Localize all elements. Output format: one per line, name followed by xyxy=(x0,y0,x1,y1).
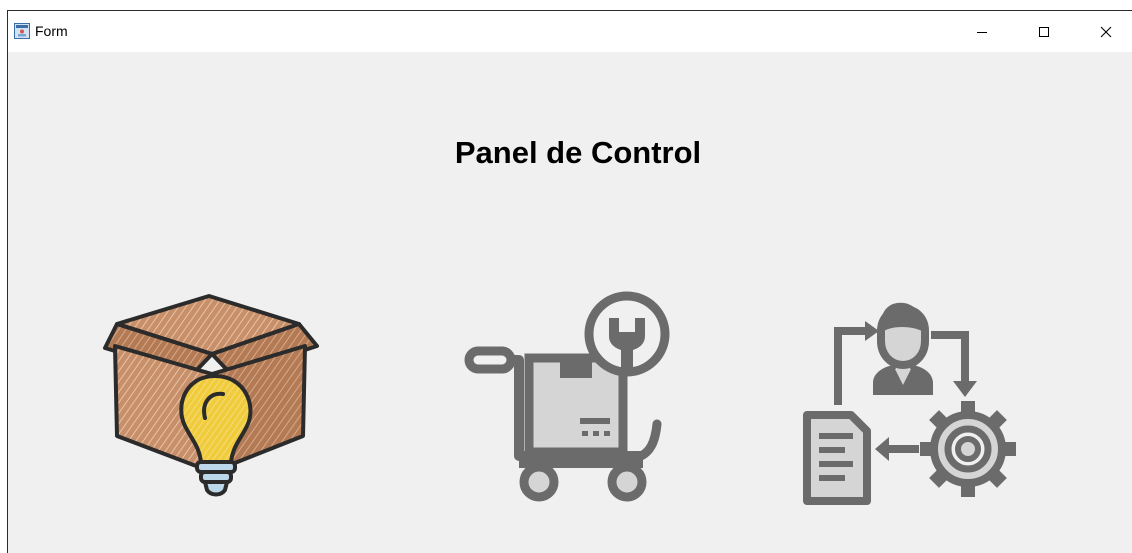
cart-wrench-icon xyxy=(464,291,670,502)
maximize-icon xyxy=(1039,26,1049,37)
maximize-button[interactable] xyxy=(1021,11,1067,52)
process-tile[interactable] xyxy=(793,283,1028,508)
close-icon xyxy=(1100,26,1112,37)
app-window: Form Panel de Control xyxy=(7,10,1132,553)
minimize-icon xyxy=(977,31,987,33)
box-lightbulb-icon xyxy=(103,294,319,497)
form-app-icon xyxy=(14,23,30,39)
title-bar[interactable]: Form xyxy=(8,11,1132,52)
user-workflow-gear-icon xyxy=(803,302,1016,505)
window-title: Form xyxy=(35,23,68,39)
supply-tile[interactable] xyxy=(463,284,688,509)
inventory-tile[interactable] xyxy=(97,276,322,506)
page-title: Panel de Control xyxy=(454,135,702,170)
minimize-button[interactable] xyxy=(959,11,1005,52)
close-button[interactable] xyxy=(1083,11,1129,52)
